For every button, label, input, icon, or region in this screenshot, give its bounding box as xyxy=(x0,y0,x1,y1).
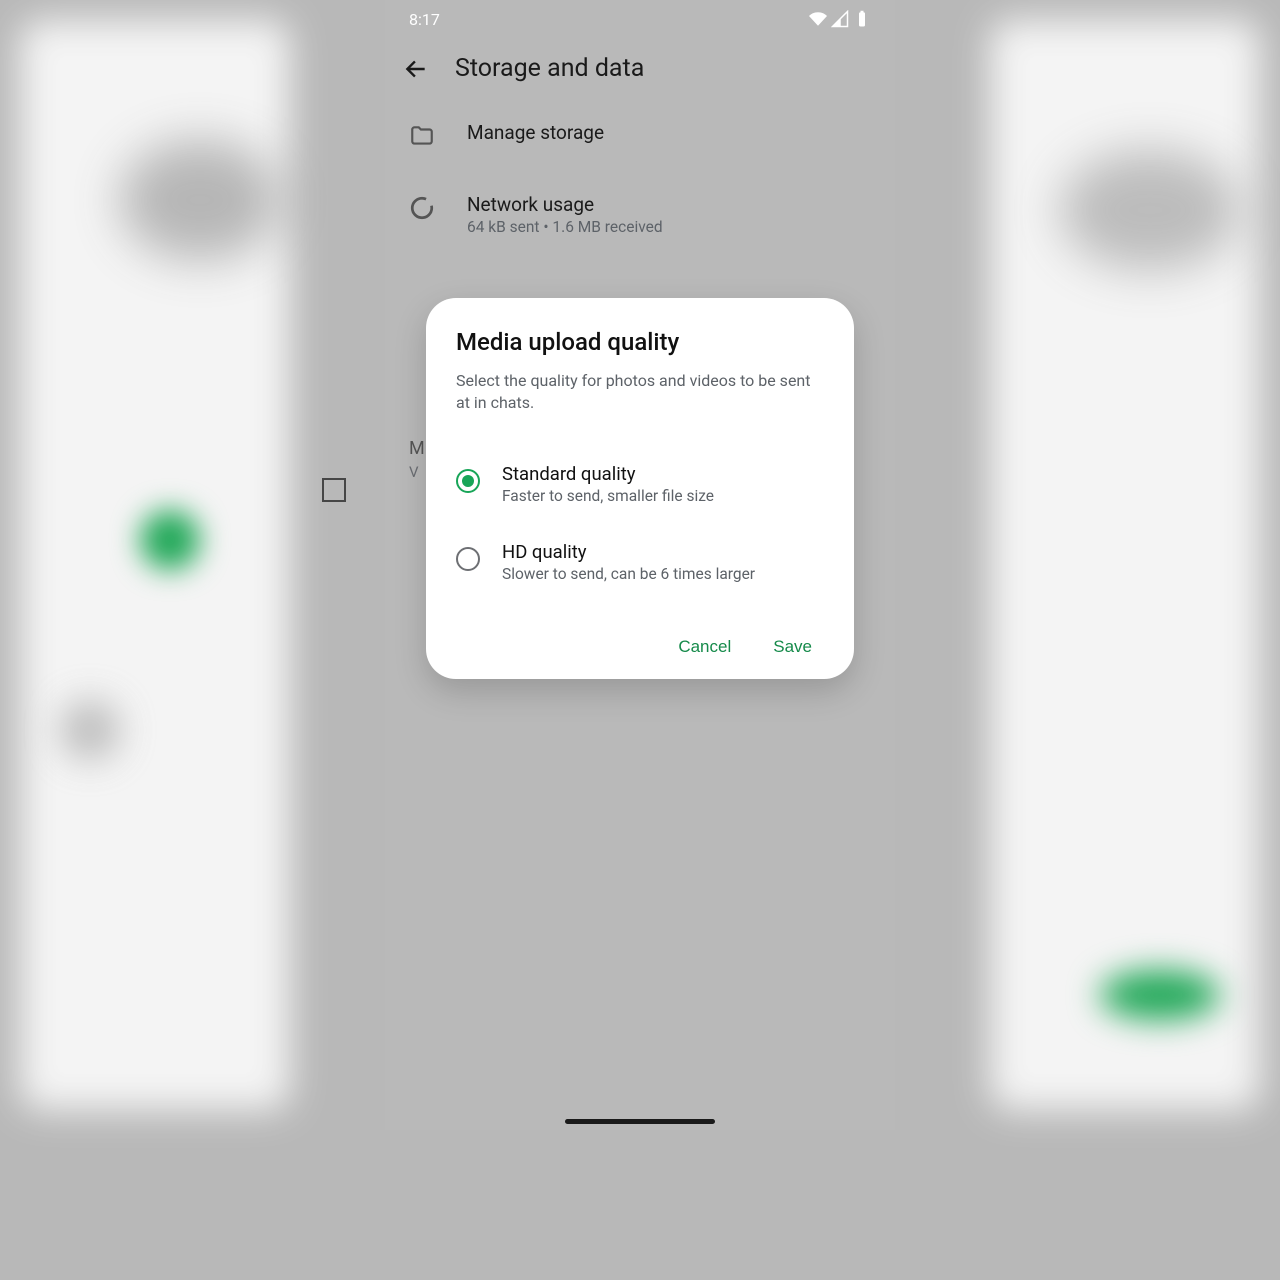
option-title: Standard quality xyxy=(502,463,714,485)
signal-icon xyxy=(831,10,849,28)
option-subtitle: Slower to send, can be 6 times larger xyxy=(502,565,755,583)
save-button[interactable]: Save xyxy=(773,637,812,657)
obscured-icon xyxy=(322,478,346,502)
folder-icon xyxy=(409,123,435,149)
blur-blob xyxy=(140,510,200,570)
status-bar: 8:17 xyxy=(385,0,895,38)
option-standard-quality[interactable]: Standard quality Faster to send, smaller… xyxy=(456,463,824,505)
media-upload-quality-dialog: Media upload quality Select the quality … xyxy=(426,298,854,679)
blur-blob xyxy=(60,700,120,760)
battery-icon xyxy=(853,10,871,28)
home-indicator[interactable] xyxy=(565,1119,715,1124)
app-bar: Storage and data xyxy=(385,38,895,99)
back-arrow-icon[interactable] xyxy=(403,56,429,82)
blur-blob xyxy=(120,140,280,260)
option-hd-quality[interactable]: HD quality Slower to send, can be 6 time… xyxy=(456,541,824,583)
option-subtitle: Faster to send, smaller file size xyxy=(502,487,714,505)
blur-blob xyxy=(1060,150,1240,270)
list-item-manage-storage[interactable]: Manage storage xyxy=(385,99,895,171)
data-usage-icon xyxy=(409,195,435,221)
list-item-network-usage[interactable]: Network usage 64 kB sent • 1.6 MB receiv… xyxy=(385,171,895,258)
blur-blob xyxy=(1100,970,1220,1020)
list-item-label: Network usage xyxy=(467,193,663,216)
status-time: 8:17 xyxy=(409,10,440,29)
dialog-description: Select the quality for photos and videos… xyxy=(456,370,824,415)
page-title: Storage and data xyxy=(455,54,644,83)
status-indicators xyxy=(809,10,871,28)
dialog-title: Media upload quality xyxy=(456,328,824,356)
radio-unselected-icon[interactable] xyxy=(456,547,480,571)
list-item-subtitle: 64 kB sent • 1.6 MB received xyxy=(467,218,663,236)
cancel-button[interactable]: Cancel xyxy=(678,637,731,657)
option-title: HD quality xyxy=(502,541,755,563)
list-item-label: Manage storage xyxy=(467,121,604,144)
radio-selected-icon[interactable] xyxy=(456,469,480,493)
wifi-icon xyxy=(809,10,827,28)
